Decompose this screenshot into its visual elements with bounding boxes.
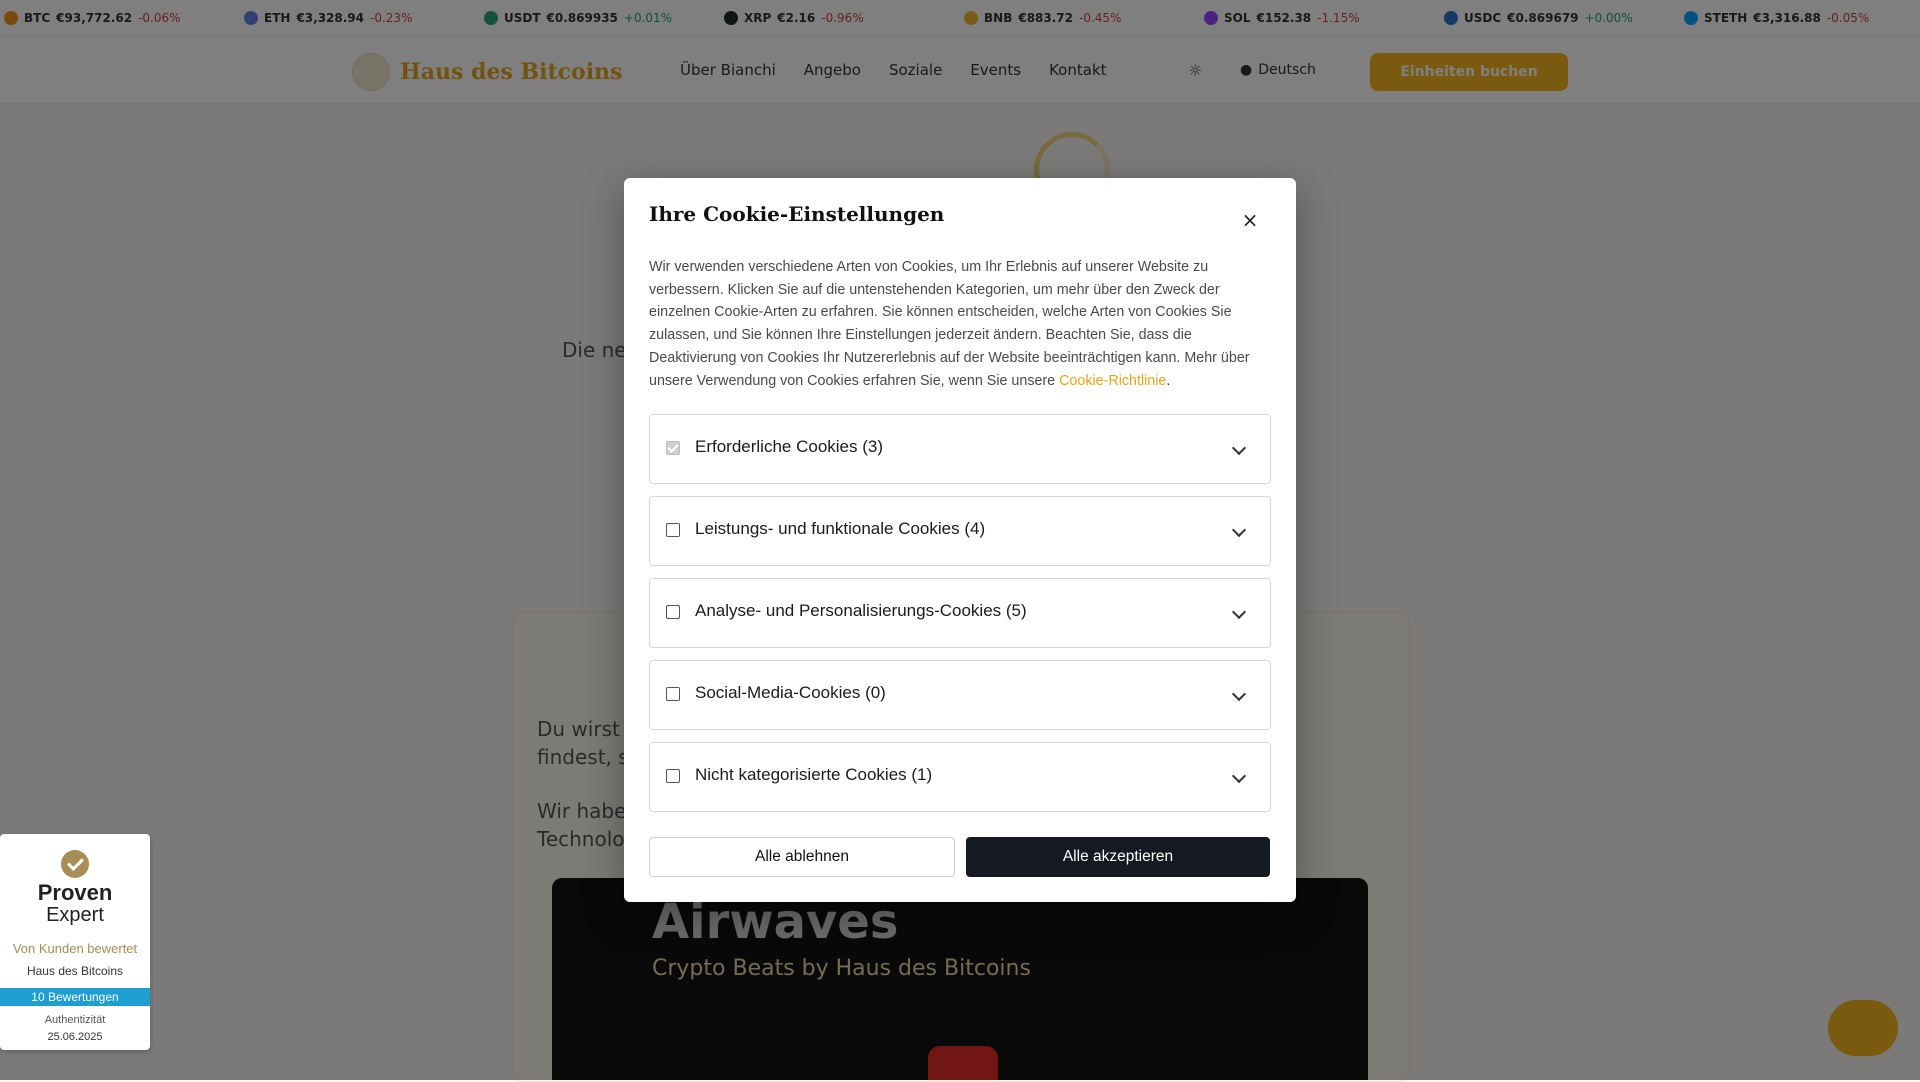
company-name: Haus des Bitcoins	[26, 964, 124, 978]
cookie-category-uncategorized[interactable]: Nicht kategorisierte Cookies (1)	[649, 742, 1271, 812]
cookie-category-performance[interactable]: Leistungs- und funktionale Cookies (4)	[649, 496, 1271, 566]
category-checkbox[interactable]	[666, 523, 680, 537]
category-label: Erforderliche Cookies (3)	[695, 437, 884, 456]
chevron-down-icon[interactable]	[1231, 522, 1247, 538]
category-label: Nicht kategorisierte Cookies (1)	[695, 765, 933, 784]
cookie-settings-dialog: Ihre Cookie-Einstellungen × Wir verwende…	[624, 178, 1296, 902]
provenexpert-logo-line2: Expert	[46, 904, 104, 926]
category-label: Analyse- und Personalisierungs-Cookies (…	[695, 601, 1027, 620]
rated-label: Von Kunden bewertet	[12, 941, 138, 956]
category-label: Social-Media-Cookies (0)	[695, 683, 886, 702]
category-checkbox[interactable]	[666, 687, 680, 701]
review-count-badge[interactable]: 10 Bewertungen	[0, 988, 150, 1006]
description-text: Wir verwenden verschiedene Arten von Coo…	[649, 259, 1250, 389]
dialog-description: Wir verwenden verschiedene Arten von Coo…	[649, 256, 1273, 392]
accept-all-button[interactable]: Alle akzeptieren	[966, 837, 1270, 877]
chevron-down-icon[interactable]	[1231, 686, 1247, 702]
category-label: Leistungs- und funktionale Cookies (4)	[695, 519, 986, 538]
chevron-down-icon[interactable]	[1231, 768, 1247, 784]
check-icon	[61, 850, 89, 878]
cookie-policy-link[interactable]: Cookie-Richtlinie	[1059, 373, 1166, 389]
category-checkbox[interactable]	[666, 441, 680, 455]
chevron-down-icon[interactable]	[1231, 440, 1247, 456]
reject-all-button[interactable]: Alle ablehnen	[649, 837, 955, 877]
provenexpert-logo-line1: Proven	[37, 880, 113, 905]
category-checkbox[interactable]	[666, 769, 680, 783]
dialog-title: Ihre Cookie-Einstellungen	[649, 202, 945, 226]
category-checkbox[interactable]	[666, 605, 680, 619]
cookie-category-required[interactable]: Erforderliche Cookies (3)	[649, 414, 1271, 484]
chevron-down-icon[interactable]	[1231, 604, 1247, 620]
close-icon[interactable]: ×	[1238, 208, 1262, 232]
authenticity-label: Authentizität	[44, 1014, 106, 1026]
description-suffix: .	[1166, 372, 1171, 389]
authenticity-date: 25.06.2025	[47, 1031, 103, 1043]
cookie-category-social-media[interactable]: Social-Media-Cookies (0)	[649, 660, 1271, 730]
cookie-category-analytics[interactable]: Analyse- und Personalisierungs-Cookies (…	[649, 578, 1271, 648]
provenexpert-badge[interactable]: Proven Expert Von Kunden bewertet Haus d…	[0, 834, 150, 1050]
